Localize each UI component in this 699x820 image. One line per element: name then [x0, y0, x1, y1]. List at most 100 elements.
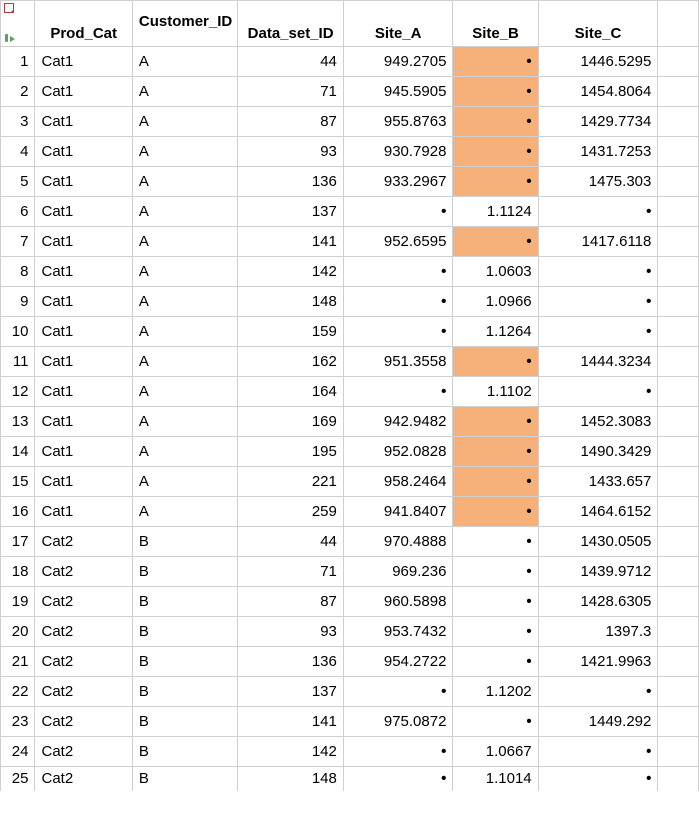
- cell-customer-id[interactable]: A: [132, 167, 238, 197]
- table-row[interactable]: 23Cat2B141975.0872•1449.292: [1, 707, 699, 737]
- row-number[interactable]: 5: [1, 167, 35, 197]
- cell-site-c[interactable]: 1439.9712: [538, 557, 658, 587]
- cell-empty[interactable]: [658, 677, 699, 707]
- cell-data-set-id[interactable]: 71: [238, 77, 344, 107]
- table-row[interactable]: 11Cat1A162951.3558•1444.3234: [1, 347, 699, 377]
- cell-data-set-id[interactable]: 141: [238, 707, 344, 737]
- col-header-prod-cat[interactable]: Prod_Cat: [35, 1, 132, 47]
- cell-site-c[interactable]: 1452.3083: [538, 407, 658, 437]
- cell-prod-cat[interactable]: Cat2: [35, 737, 132, 767]
- cell-site-c[interactable]: 1454.8064: [538, 77, 658, 107]
- cell-empty[interactable]: [658, 527, 699, 557]
- cell-site-c[interactable]: 1464.6152: [538, 497, 658, 527]
- row-number[interactable]: 9: [1, 287, 35, 317]
- cell-data-set-id[interactable]: 259: [238, 497, 344, 527]
- cell-empty[interactable]: [658, 407, 699, 437]
- cell-prod-cat[interactable]: Cat1: [35, 287, 132, 317]
- cell-site-b[interactable]: •: [453, 467, 538, 497]
- cell-empty[interactable]: [658, 137, 699, 167]
- row-number[interactable]: 6: [1, 197, 35, 227]
- cell-data-set-id[interactable]: 71: [238, 557, 344, 587]
- cell-site-c[interactable]: 1433.657: [538, 467, 658, 497]
- cell-site-a[interactable]: •: [343, 257, 453, 287]
- cell-site-a[interactable]: •: [343, 197, 453, 227]
- cell-site-c[interactable]: 1397.3: [538, 617, 658, 647]
- cell-prod-cat[interactable]: Cat1: [35, 377, 132, 407]
- cell-site-b[interactable]: •: [453, 587, 538, 617]
- cell-site-b[interactable]: •: [453, 107, 538, 137]
- cell-prod-cat[interactable]: Cat1: [35, 317, 132, 347]
- cell-site-a[interactable]: 942.9482: [343, 407, 453, 437]
- cell-site-c[interactable]: 1490.3429: [538, 437, 658, 467]
- table-row[interactable]: 22Cat2B137•1.1202•: [1, 677, 699, 707]
- table-row[interactable]: 12Cat1A164•1.1102•: [1, 377, 699, 407]
- cell-site-a[interactable]: 975.0872: [343, 707, 453, 737]
- cell-customer-id[interactable]: A: [132, 497, 238, 527]
- cell-data-set-id[interactable]: 148: [238, 287, 344, 317]
- cell-customer-id[interactable]: A: [132, 107, 238, 137]
- cell-empty[interactable]: [658, 707, 699, 737]
- cell-site-c[interactable]: 1475.303: [538, 167, 658, 197]
- table-row[interactable]: 5Cat1A136933.2967•1475.303: [1, 167, 699, 197]
- cell-prod-cat[interactable]: Cat1: [35, 257, 132, 287]
- cell-prod-cat[interactable]: Cat1: [35, 77, 132, 107]
- cell-data-set-id[interactable]: 137: [238, 677, 344, 707]
- table-row[interactable]: 15Cat1A221958.2464•1433.657: [1, 467, 699, 497]
- cell-site-c[interactable]: •: [538, 197, 658, 227]
- row-number[interactable]: 21: [1, 647, 35, 677]
- cell-customer-id[interactable]: B: [132, 527, 238, 557]
- col-header-site-b[interactable]: Site_B: [453, 1, 538, 47]
- table-row[interactable]: 13Cat1A169942.9482•1452.3083: [1, 407, 699, 437]
- cell-empty[interactable]: [658, 287, 699, 317]
- cell-prod-cat[interactable]: Cat2: [35, 587, 132, 617]
- cell-empty[interactable]: [658, 47, 699, 77]
- cell-prod-cat[interactable]: Cat2: [35, 707, 132, 737]
- table-row[interactable]: 20Cat2B93953.7432•1397.3: [1, 617, 699, 647]
- cell-customer-id[interactable]: A: [132, 437, 238, 467]
- row-number[interactable]: 2: [1, 77, 35, 107]
- cell-customer-id[interactable]: A: [132, 77, 238, 107]
- cell-data-set-id[interactable]: 136: [238, 167, 344, 197]
- cell-empty[interactable]: [658, 377, 699, 407]
- cell-empty[interactable]: [658, 587, 699, 617]
- cell-customer-id[interactable]: B: [132, 737, 238, 767]
- table-row[interactable]: 8Cat1A142•1.0603•: [1, 257, 699, 287]
- cell-site-a[interactable]: •: [343, 767, 453, 791]
- row-number[interactable]: 16: [1, 497, 35, 527]
- cell-empty[interactable]: [658, 347, 699, 377]
- cell-data-set-id[interactable]: 93: [238, 617, 344, 647]
- cell-prod-cat[interactable]: Cat1: [35, 137, 132, 167]
- cell-site-a[interactable]: •: [343, 287, 453, 317]
- cell-site-a[interactable]: 952.6595: [343, 227, 453, 257]
- cell-site-c[interactable]: •: [538, 287, 658, 317]
- cell-site-a[interactable]: •: [343, 677, 453, 707]
- cell-site-c[interactable]: 1430.0505: [538, 527, 658, 557]
- cell-customer-id[interactable]: A: [132, 377, 238, 407]
- cell-site-a[interactable]: 969.236: [343, 557, 453, 587]
- cell-prod-cat[interactable]: Cat1: [35, 197, 132, 227]
- cell-site-b[interactable]: •: [453, 647, 538, 677]
- cell-prod-cat[interactable]: Cat1: [35, 437, 132, 467]
- cell-empty[interactable]: [658, 197, 699, 227]
- cell-prod-cat[interactable]: Cat1: [35, 407, 132, 437]
- cell-site-c[interactable]: 1446.5295: [538, 47, 658, 77]
- cell-prod-cat[interactable]: Cat1: [35, 227, 132, 257]
- row-number[interactable]: 18: [1, 557, 35, 587]
- cell-site-c[interactable]: •: [538, 377, 658, 407]
- row-number[interactable]: 3: [1, 107, 35, 137]
- row-number[interactable]: 14: [1, 437, 35, 467]
- cell-site-c[interactable]: 1421.9963: [538, 647, 658, 677]
- cell-data-set-id[interactable]: 44: [238, 527, 344, 557]
- cell-empty[interactable]: [658, 767, 699, 791]
- row-number[interactable]: 24: [1, 737, 35, 767]
- cell-site-b[interactable]: •: [453, 347, 538, 377]
- table-row[interactable]: 21Cat2B136954.2722•1421.9963: [1, 647, 699, 677]
- cell-site-b[interactable]: •: [453, 167, 538, 197]
- cell-site-a[interactable]: 954.2722: [343, 647, 453, 677]
- cell-data-set-id[interactable]: 142: [238, 257, 344, 287]
- cell-prod-cat[interactable]: Cat2: [35, 647, 132, 677]
- cell-empty[interactable]: [658, 437, 699, 467]
- row-number[interactable]: 13: [1, 407, 35, 437]
- cell-site-b[interactable]: 1.1124: [453, 197, 538, 227]
- cell-empty[interactable]: [658, 77, 699, 107]
